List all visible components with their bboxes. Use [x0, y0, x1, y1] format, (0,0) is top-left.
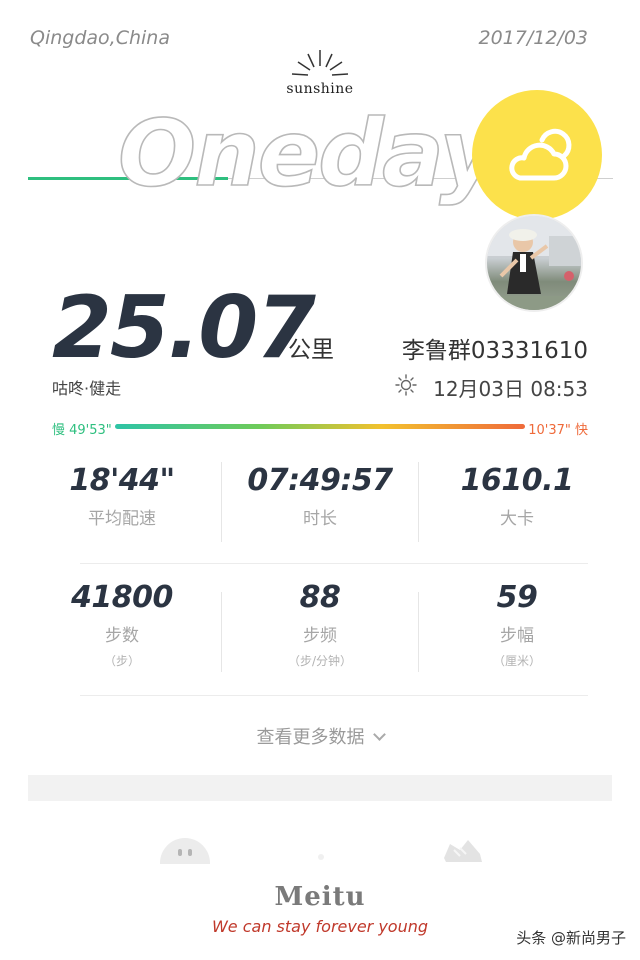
- stat-calories: 1610.1 大卡: [419, 463, 615, 529]
- run-datetime: 12月03日 08:53: [433, 377, 588, 401]
- distance-value: 25.07: [52, 278, 316, 378]
- shoe-icon[interactable]: [440, 836, 484, 866]
- chevron-down-icon: [372, 728, 386, 741]
- meitu-logo: Meitu: [274, 882, 366, 912]
- stat-unit: （步）: [103, 654, 140, 668]
- mascot-eye: [188, 849, 192, 856]
- stat-value: 07:49:57: [247, 463, 393, 498]
- stat-value: 88: [299, 580, 341, 615]
- stat-unit: （厘米）: [492, 654, 541, 668]
- section-separator: [28, 775, 612, 801]
- pace-fast-label: 10'37" 快: [528, 423, 588, 438]
- username: 李鲁群03331610: [401, 338, 588, 364]
- mascot-eye: [178, 849, 182, 856]
- stat-value: 1610.1: [460, 463, 574, 498]
- more-data-label: 查看更多数据: [256, 727, 365, 748]
- avatar-photo: [487, 216, 581, 310]
- stat-value: 41800: [71, 580, 173, 615]
- page-title: Oneday: [117, 99, 500, 208]
- stat-avg-pace: 18'44" 平均配速: [24, 463, 220, 529]
- more-data-button[interactable]: 查看更多数据: [0, 723, 640, 749]
- stats-bottom-divider: [80, 695, 588, 696]
- location-label: Qingdao,China: [30, 27, 170, 49]
- stat-stride: 59 步幅 （厘米）: [419, 580, 615, 669]
- stat-label: 步频: [303, 626, 337, 646]
- stat-steps: 41800 步数 （步）: [24, 580, 220, 669]
- stat-label: 平均配速: [88, 509, 156, 529]
- dot-icon: [318, 854, 324, 860]
- activity-type: 咕咚·健走: [52, 379, 122, 398]
- mascot-icon[interactable]: [160, 838, 210, 864]
- stats-row-divider: [80, 563, 588, 564]
- stat-label: 步幅: [500, 626, 534, 646]
- weather-badge: [472, 90, 602, 220]
- distance-unit: 公里: [288, 337, 334, 363]
- stat-duration: 07:49:57 时长: [222, 463, 418, 529]
- stat-value: 18'44": [69, 463, 175, 498]
- stat-label: 步数: [105, 626, 139, 646]
- pace-slow-label: 慢 49'53": [52, 423, 112, 438]
- sun-rays-icon: [291, 50, 349, 76]
- stat-label: 大卡: [500, 509, 534, 529]
- stat-label: 时长: [303, 509, 337, 529]
- watermark: 头条 @新尚男子: [516, 929, 626, 947]
- stat-cadence: 88 步频 （步/分钟）: [222, 580, 418, 669]
- date-label: 2017/12/03: [478, 27, 588, 49]
- stat-value: 59: [496, 580, 538, 615]
- sun-icon: [395, 374, 417, 396]
- pace-gradient-bar: [115, 424, 525, 429]
- brand-label: sunshine: [286, 81, 354, 97]
- avatar[interactable]: [485, 214, 583, 312]
- cloud-sun-icon: [509, 128, 572, 181]
- stat-unit: （步/分钟）: [287, 654, 353, 668]
